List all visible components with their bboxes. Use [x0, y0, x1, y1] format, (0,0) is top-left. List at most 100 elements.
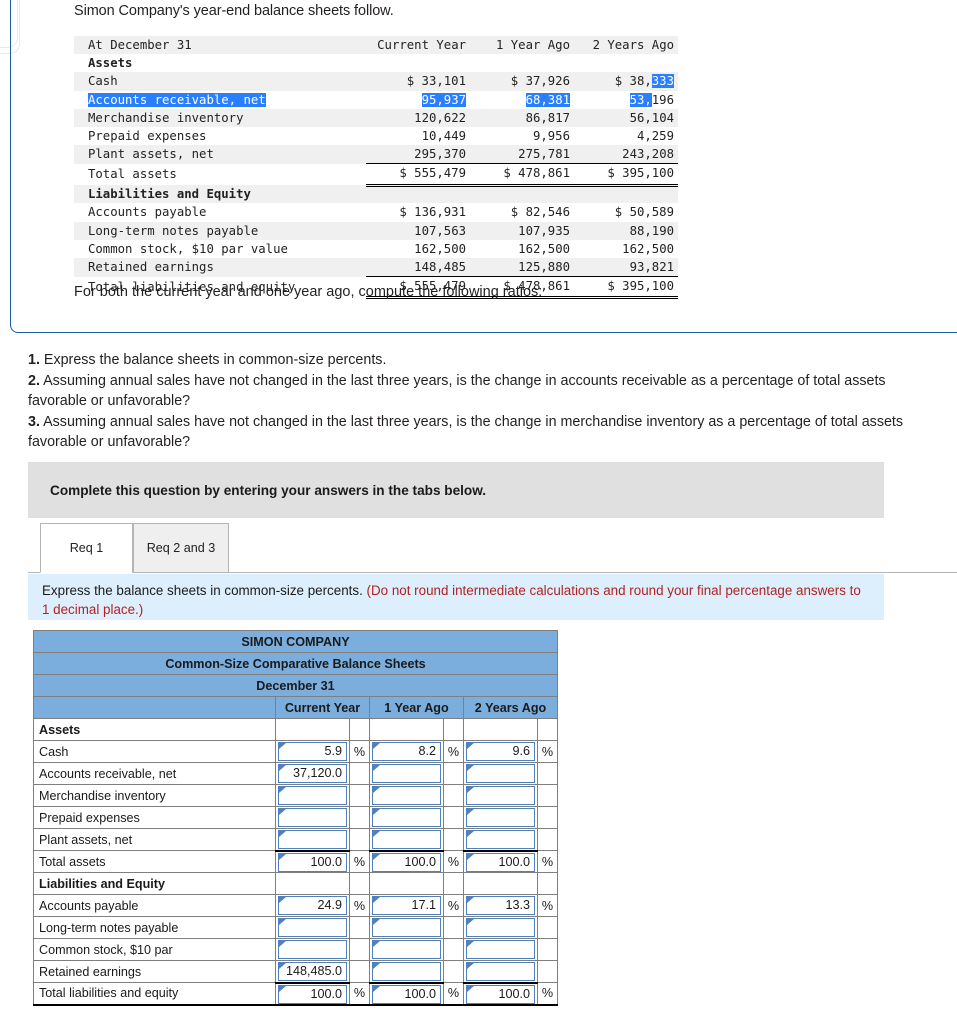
- tab-req-1[interactable]: Req 1: [40, 523, 133, 573]
- percent-input[interactable]: 9.6: [466, 742, 535, 761]
- grid-input-cell[interactable]: [463, 828, 538, 851]
- grid-input-cell[interactable]: [275, 828, 350, 851]
- percent-input[interactable]: 100.0: [372, 852, 441, 872]
- grid-input-cell[interactable]: 24.9: [275, 894, 350, 917]
- inv-1-year-ago: 86,817: [470, 108, 574, 128]
- grid-input-cell[interactable]: [369, 938, 444, 961]
- grid-input-cell[interactable]: [275, 784, 350, 807]
- grid-title-row-3: December 31: [33, 674, 558, 697]
- grid-input-cell[interactable]: [369, 960, 444, 983]
- grid-input-cell[interactable]: [463, 762, 538, 785]
- grid-input-cell[interactable]: 100.0: [369, 849, 444, 873]
- row-label-merchandise-inventory: Merchandise inventory: [74, 108, 366, 128]
- percent-input[interactable]: [466, 764, 535, 783]
- percent-input[interactable]: 37,120.0: [278, 764, 347, 783]
- percent-input[interactable]: [278, 918, 347, 937]
- total-le-2-years-ago: $ 395,100: [574, 276, 678, 300]
- percent-input[interactable]: [466, 940, 535, 959]
- grid-input-cell[interactable]: 100.0: [275, 849, 350, 873]
- grid-input-cell[interactable]: [275, 806, 350, 829]
- table-row: Plant assets, net 295,370 275,781 243,20…: [74, 145, 678, 164]
- percent-input[interactable]: 100.0: [372, 984, 441, 1004]
- grid-input-cell[interactable]: [463, 938, 538, 961]
- grid-input-cell[interactable]: [369, 806, 444, 829]
- percent-input[interactable]: [372, 962, 441, 981]
- grid-row-label: Liabilities and Equity: [33, 872, 276, 895]
- grid-input-cell[interactable]: 100.0: [463, 981, 538, 1006]
- percent-input[interactable]: [372, 786, 441, 805]
- percent-sign: %: [537, 894, 558, 917]
- grid-input-cell[interactable]: 100.0: [369, 981, 444, 1006]
- table-row: Accounts payable $ 136,931 $ 82,546 $ 50…: [74, 203, 678, 222]
- grid-title-date: December 31: [33, 674, 558, 697]
- percent-input[interactable]: [372, 940, 441, 959]
- grid-input-cell[interactable]: 37,120.0: [275, 762, 350, 785]
- percent-input[interactable]: 13.3: [466, 896, 535, 915]
- percent-input[interactable]: [372, 808, 441, 827]
- percent-input[interactable]: 24.9: [278, 896, 347, 915]
- percent-input[interactable]: [466, 918, 535, 937]
- table-row: Merchandise inventory 120,622 86,817 56,…: [74, 108, 678, 128]
- percent-input[interactable]: [278, 786, 347, 805]
- percent-input[interactable]: 100.0: [466, 852, 535, 872]
- tab-req-2-and-3[interactable]: Req 2 and 3: [133, 523, 229, 573]
- percent-sign: %: [537, 740, 558, 763]
- balance-sheet-container: At December 31 Current Year 1 Year Ago 2…: [74, 36, 678, 300]
- percent-input[interactable]: 17.1: [372, 896, 441, 915]
- percent-input[interactable]: [372, 918, 441, 937]
- percent-input[interactable]: 8.2: [372, 742, 441, 761]
- grid-input-cell[interactable]: [463, 784, 538, 807]
- grid-row: Accounts receivable, net 37,120.0: [33, 762, 558, 785]
- grid-input-cell[interactable]: [369, 828, 444, 851]
- percent-input[interactable]: 100.0: [278, 984, 347, 1004]
- grid-input-cell[interactable]: [463, 960, 538, 983]
- percent-input[interactable]: [466, 962, 535, 981]
- grid-input-cell[interactable]: [275, 938, 350, 961]
- grid-row: Merchandise inventory: [33, 784, 558, 807]
- grid-input-cell[interactable]: 100.0: [275, 981, 350, 1006]
- selected-label-text: Accounts receivable, net: [88, 92, 266, 107]
- inv-current-year: 120,622: [366, 108, 470, 128]
- ltn-2-years-ago: 88,190: [574, 221, 678, 240]
- grid-input-cell[interactable]: [275, 916, 350, 939]
- grid-input-cell[interactable]: 100.0: [463, 849, 538, 873]
- grid-input-cell[interactable]: [369, 762, 444, 785]
- grid-input-cell[interactable]: 5.9: [275, 740, 350, 763]
- requirement-1-number: 1.: [28, 352, 40, 368]
- grid-input-cell[interactable]: 148,485.0: [275, 960, 350, 983]
- section-heading-assets: Assets: [74, 54, 366, 73]
- percent-input[interactable]: 5.9: [278, 742, 347, 761]
- percent-input[interactable]: 148,485.0: [278, 962, 347, 981]
- percent-input[interactable]: [466, 786, 535, 805]
- grid-input-cell[interactable]: 13.3: [463, 894, 538, 917]
- percent-sign: [349, 806, 370, 829]
- percent-input[interactable]: [372, 830, 441, 849]
- grid-row-label: Plant assets, net: [33, 828, 276, 851]
- grid-col-header-1-year-ago: 1 Year Ago: [369, 696, 464, 719]
- grid-input-cell[interactable]: [463, 806, 538, 829]
- percent-input[interactable]: [372, 764, 441, 783]
- percent-input[interactable]: [466, 808, 535, 827]
- percent-sign: [349, 938, 370, 961]
- grid-input-cell[interactable]: 8.2: [369, 740, 444, 763]
- percent-input[interactable]: [278, 808, 347, 827]
- grid-input-cell[interactable]: [369, 784, 444, 807]
- grid-input-cell[interactable]: [463, 916, 538, 939]
- percent-input[interactable]: [278, 940, 347, 959]
- cash-current-year: $ 33,101: [366, 72, 470, 91]
- grid-row-label: Assets: [33, 718, 276, 741]
- percent-input[interactable]: [466, 830, 535, 849]
- table-row: Common stock, $10 par value 162,500 162,…: [74, 239, 678, 258]
- percent-input[interactable]: 100.0: [278, 852, 347, 872]
- percent-sign: [537, 784, 558, 807]
- grid-input-cell[interactable]: [369, 916, 444, 939]
- percent-sign: [443, 806, 464, 829]
- grid-input-cell[interactable]: 17.1: [369, 894, 444, 917]
- percent-input[interactable]: 100.0: [466, 984, 535, 1004]
- grid-row-label: Accounts payable: [33, 894, 276, 917]
- total-assets-1-year-ago: $ 478,861: [470, 163, 574, 187]
- percent-sign: [443, 916, 464, 939]
- grid-input-cell[interactable]: 9.6: [463, 740, 538, 763]
- percent-input[interactable]: [278, 830, 347, 849]
- section-heading-liabilities-equity: Liabilities and Equity: [74, 185, 366, 204]
